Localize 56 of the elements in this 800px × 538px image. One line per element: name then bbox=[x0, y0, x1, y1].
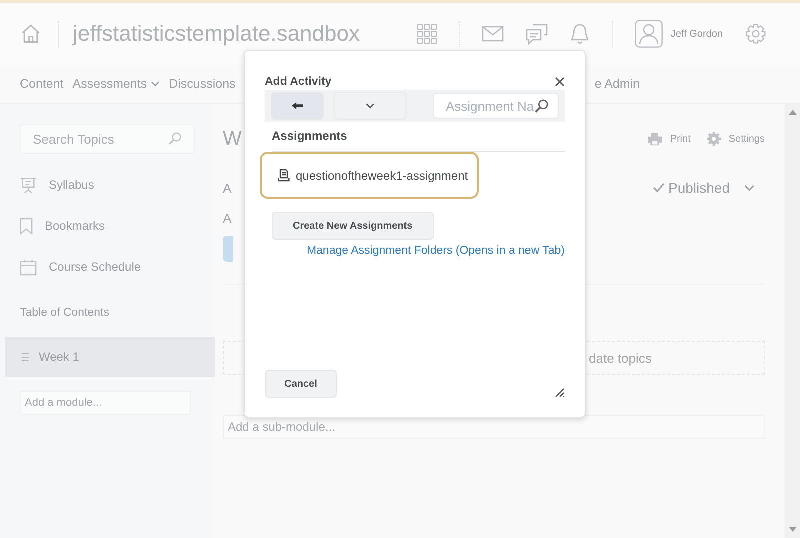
avatar-icon[interactable] bbox=[634, 20, 663, 48]
back-button[interactable] bbox=[271, 92, 324, 120]
nav-link[interactable]: e Admin bbox=[594, 77, 640, 91]
dropdown-button[interactable] bbox=[334, 92, 407, 120]
manage-folders-link[interactable]: Manage Assignment Folders (Opens in a new Tab) bbox=[306, 245, 565, 257]
chat-icon[interactable] bbox=[526, 23, 548, 45]
assignment-item[interactable]: questionoftheweek1-assignment bbox=[260, 152, 479, 199]
chevron-down-icon bbox=[366, 103, 375, 109]
module-item[interactable]: Week 1 bbox=[5, 337, 215, 377]
caret-icon[interactable] bbox=[151, 81, 160, 87]
home-icon[interactable] bbox=[20, 23, 42, 45]
check-icon bbox=[652, 183, 664, 193]
search-icon bbox=[534, 98, 550, 114]
section-heading: Table of Contents bbox=[20, 307, 111, 319]
scroll-up-icon[interactable] bbox=[788, 110, 796, 115]
search-field[interactable]: Search Topics bbox=[20, 124, 195, 154]
text-fragment: A bbox=[223, 180, 232, 196]
text-fragment: A bbox=[223, 210, 232, 226]
presentation-icon bbox=[20, 176, 37, 194]
drag-handle-icon[interactable] bbox=[22, 352, 29, 362]
bookmark-icon bbox=[20, 218, 33, 234]
caret-icon bbox=[744, 184, 755, 192]
close-icon[interactable] bbox=[555, 77, 565, 87]
gear-icon[interactable] bbox=[706, 132, 721, 146]
toolbar-link[interactable]: Print bbox=[670, 134, 691, 144]
settings-icon[interactable] bbox=[745, 23, 767, 45]
search-field[interactable]: Assignment Na bbox=[433, 93, 559, 119]
site-title[interactable]: jeffstatisticstemplate.sandbox bbox=[73, 21, 360, 47]
bell-icon[interactable] bbox=[570, 23, 590, 45]
cancel-button[interactable]: Cancel bbox=[265, 370, 337, 398]
nav-link[interactable]: Content bbox=[20, 77, 64, 91]
user-name[interactable]: Jeff Gordon bbox=[670, 28, 723, 40]
search-icon bbox=[168, 132, 182, 146]
printer-icon[interactable] bbox=[648, 132, 662, 146]
section-heading: Assignments bbox=[272, 129, 565, 152]
mail-icon[interactable] bbox=[482, 26, 504, 42]
arrow-left-icon bbox=[292, 102, 303, 110]
input-field[interactable]: Add a module... bbox=[20, 391, 191, 415]
document-icon bbox=[278, 169, 290, 182]
scrollbar[interactable] bbox=[785, 104, 800, 538]
button-edge[interactable] bbox=[223, 236, 233, 262]
sidebar-link[interactable]: Syllabus bbox=[49, 178, 94, 192]
create-button[interactable]: Create New Assignments bbox=[272, 212, 434, 240]
grid-icon[interactable] bbox=[416, 24, 437, 44]
page-title: W bbox=[223, 128, 242, 150]
calendar-icon bbox=[20, 258, 37, 276]
status-dropdown[interactable]: Published bbox=[652, 180, 755, 196]
dialog-title: Add Activity bbox=[265, 76, 332, 88]
nav-link[interactable]: Discussions bbox=[169, 77, 236, 91]
scroll-down-icon[interactable] bbox=[788, 527, 796, 532]
sidebar-link[interactable]: Bookmarks bbox=[45, 219, 106, 233]
toolbar-link[interactable]: Settings bbox=[728, 134, 765, 144]
resize-grip-icon[interactable] bbox=[555, 388, 565, 398]
input-field[interactable]: Add a sub-module... bbox=[223, 415, 765, 439]
nav-link[interactable]: Assessments bbox=[72, 77, 148, 91]
sidebar-link[interactable]: Course Schedule bbox=[49, 260, 142, 274]
